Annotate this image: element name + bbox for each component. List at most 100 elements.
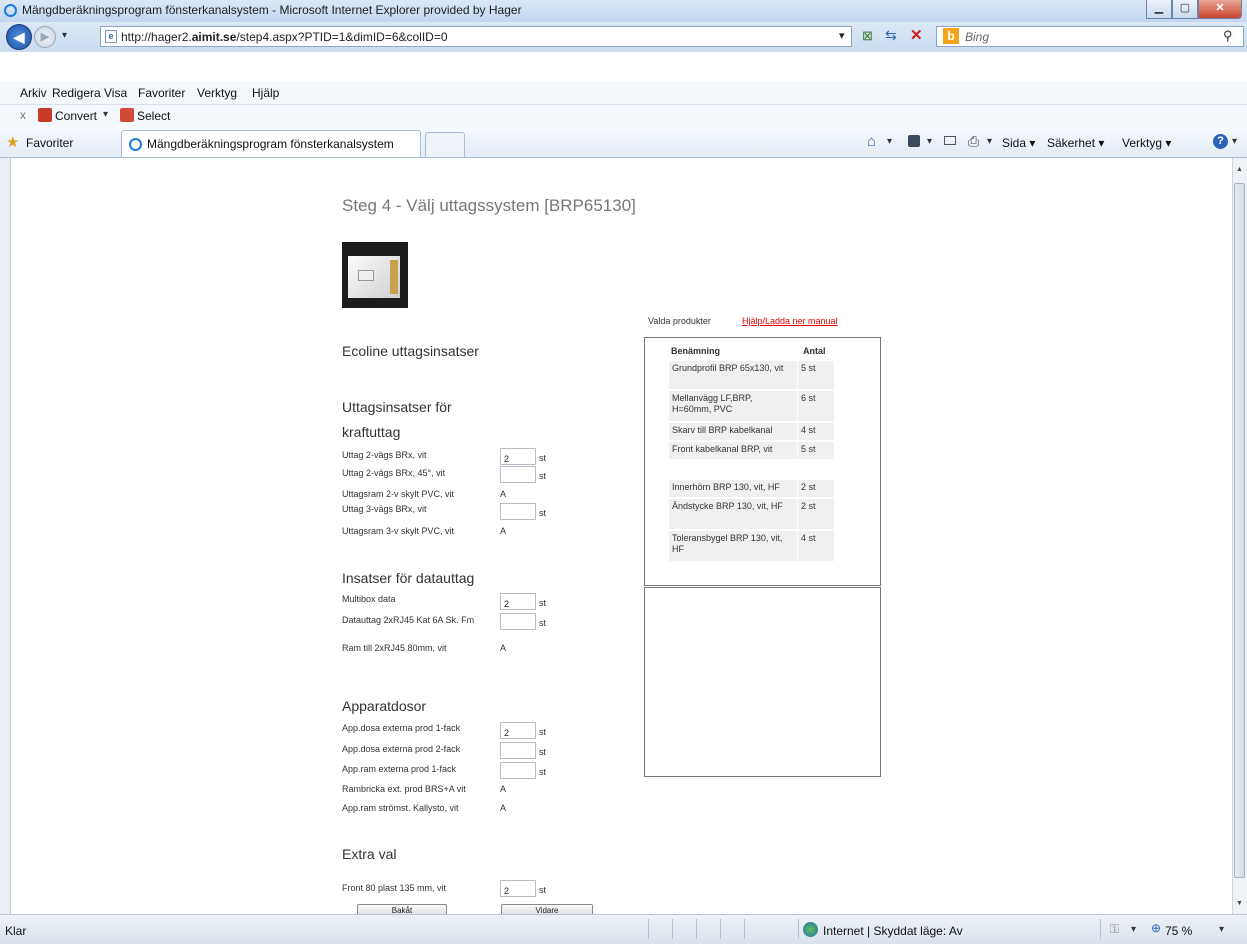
mail-icon[interactable] xyxy=(944,136,956,145)
data-row-label: Ram till 2xRJ45 80mm, vit xyxy=(342,643,447,653)
help-icon[interactable]: ? xyxy=(1213,134,1228,149)
selected-products-label: Valda produkter xyxy=(648,316,711,326)
protected-mode-dropdown-icon[interactable]: ▾ xyxy=(1131,924,1136,935)
bing-logo-icon: b xyxy=(943,28,959,44)
search-icon[interactable]: ⚲ xyxy=(1223,28,1233,44)
status-bar: Klar Internet | Skyddat läge: Av ⚿ ▾ ⊕ 7… xyxy=(0,914,1247,944)
new-tab-button[interactable] xyxy=(425,132,465,157)
security-zone[interactable]: Internet | Skyddat läge: Av xyxy=(823,924,963,938)
convert-dropdown-icon[interactable]: ▾ xyxy=(103,109,108,120)
menu-file[interactable]: Arkiv xyxy=(20,86,47,100)
status-divider xyxy=(744,919,745,939)
product-qty: 5 st xyxy=(798,442,834,459)
active-tab[interactable]: Mängdberäkningsprogram fönsterkanalsyste… xyxy=(121,130,421,157)
menu-view[interactable]: Visa xyxy=(104,86,127,100)
forward-arrow-icon[interactable]: ▶ xyxy=(34,26,56,48)
unit-label: st xyxy=(539,727,547,737)
product-name: Toleransbygel BRP 130, vit, HF xyxy=(669,531,797,561)
ie-logo-icon xyxy=(4,4,17,17)
accessory-mark: A xyxy=(500,803,507,813)
help-dropdown-icon[interactable]: ▾ xyxy=(1232,136,1237,147)
select-pdf-icon xyxy=(120,108,134,122)
compatibility-view-icon[interactable]: ⊠ xyxy=(862,28,873,44)
unit-label: st xyxy=(539,471,547,481)
section-devices: Apparatdosor xyxy=(342,698,427,714)
menu-favorites[interactable]: Favoriter xyxy=(138,86,185,100)
data-qty-input[interactable] xyxy=(500,613,536,630)
window-title-bar[interactable]: Mängdberäkningsprogram fönsterkanalsyste… xyxy=(0,0,1247,23)
search-placeholder[interactable]: Bing xyxy=(965,30,989,44)
favorites-star-icon[interactable]: ★ xyxy=(6,133,19,151)
menu-help[interactable]: Hjälp xyxy=(252,86,279,100)
data-qty-input[interactable]: 2 xyxy=(500,593,536,610)
address-toolbar: ◀ ▶ ▾ e http://hager2.aimit.se/step4.asp… xyxy=(0,22,1247,52)
device-row-label: App.dosa externa prod 2-fack xyxy=(342,744,461,754)
section-power-line2: kraftuttag xyxy=(342,424,401,440)
safety-menu[interactable]: Säkerhet ▾ xyxy=(1047,136,1104,150)
unit-label: st xyxy=(539,767,547,777)
scroll-up-icon[interactable]: ▲ xyxy=(1236,166,1243,173)
page-content xyxy=(0,158,1232,914)
protected-mode-icon[interactable]: ⚿ xyxy=(1110,922,1119,937)
print-dropdown-icon[interactable]: ▾ xyxy=(987,136,992,147)
help-download-link[interactable]: Hjälp/Ladda ner manual xyxy=(742,316,838,327)
power-qty-input[interactable] xyxy=(500,503,536,520)
unit-label: st xyxy=(539,618,547,628)
column-header-qty: Antal xyxy=(803,346,826,356)
scrollbar-thumb[interactable] xyxy=(1234,183,1245,878)
scroll-down-icon[interactable]: ▼ xyxy=(1236,900,1243,907)
convert-button[interactable]: Convert xyxy=(55,109,97,123)
accessory-mark: A xyxy=(500,784,507,794)
device-row-label: App.ram externa prod 1-fack xyxy=(342,764,457,774)
section-extra: Extra val xyxy=(342,846,397,862)
favorites-button[interactable]: Favoriter xyxy=(26,136,73,150)
maximize-button[interactable]: ▢ xyxy=(1172,0,1198,19)
tools-menu[interactable]: Verktyg ▾ xyxy=(1122,136,1171,150)
minimize-button[interactable]: ▁ xyxy=(1146,0,1172,19)
product-name: Skarv till BRP kabelkanal xyxy=(669,423,797,440)
zoom-dropdown-icon[interactable]: ▾ xyxy=(1219,924,1224,935)
ie-tab-icon xyxy=(129,138,142,151)
stop-icon[interactable]: ✕ xyxy=(910,26,923,44)
globe-icon xyxy=(803,922,818,937)
home-icon[interactable]: ⌂ xyxy=(867,133,876,150)
status-text: Klar xyxy=(5,924,27,938)
zoom-icon[interactable]: ⊕ xyxy=(1151,921,1161,935)
unit-label: st xyxy=(539,453,547,463)
status-divider xyxy=(798,919,799,939)
unit-label: st xyxy=(539,885,547,895)
feeds-icon[interactable] xyxy=(908,135,920,147)
address-url[interactable]: http://hager2.aimit.se/step4.aspx?PTID=1… xyxy=(121,30,448,44)
menu-edit[interactable]: Redigera xyxy=(52,86,101,100)
zoom-level[interactable]: 75 % xyxy=(1165,924,1192,938)
search-box[interactable]: b Bing ⚲ xyxy=(936,26,1244,47)
print-icon[interactable]: ⎙ xyxy=(968,133,979,150)
device-qty-input[interactable]: 2 xyxy=(500,722,536,739)
status-divider xyxy=(648,919,649,939)
outlet-image xyxy=(358,270,374,281)
address-bar[interactable]: e http://hager2.aimit.se/step4.aspx?PTID… xyxy=(100,26,852,47)
device-qty-input[interactable] xyxy=(500,762,536,779)
power-row-label: Uttagsram 3-v skylt PVC, vit xyxy=(342,526,455,536)
device-qty-input[interactable] xyxy=(500,742,536,759)
address-dropdown-icon[interactable]: ▾ xyxy=(839,29,845,42)
power-qty-input[interactable]: 2 xyxy=(500,448,536,465)
power-qty-input[interactable] xyxy=(500,466,536,483)
product-qty: 2 st xyxy=(798,499,834,529)
product-name: Innerhörn BRP 130, vit, HF xyxy=(669,480,797,497)
history-dropdown-icon[interactable]: ▾ xyxy=(62,30,67,41)
page-menu[interactable]: Sida ▾ xyxy=(1002,136,1035,150)
back-arrow-icon[interactable]: ◀ xyxy=(6,24,32,50)
close-window-button[interactable]: ✕ xyxy=(1198,0,1242,19)
status-divider xyxy=(1100,919,1101,939)
section-data: Insatser för datauttag xyxy=(342,570,475,586)
power-row-label: Uttag 2-vägs BRx, vit xyxy=(342,450,427,460)
toolbar-close-icon[interactable]: x xyxy=(20,108,26,122)
home-dropdown-icon[interactable]: ▾ xyxy=(887,136,892,147)
left-frame-edge xyxy=(0,158,11,914)
refresh-icon[interactable]: ⇆ xyxy=(885,27,897,44)
feeds-dropdown-icon[interactable]: ▾ xyxy=(927,136,932,147)
menu-tools[interactable]: Verktyg xyxy=(197,86,237,100)
extra-qty-input[interactable]: 2 xyxy=(500,880,536,897)
select-button[interactable]: Select xyxy=(137,109,170,123)
